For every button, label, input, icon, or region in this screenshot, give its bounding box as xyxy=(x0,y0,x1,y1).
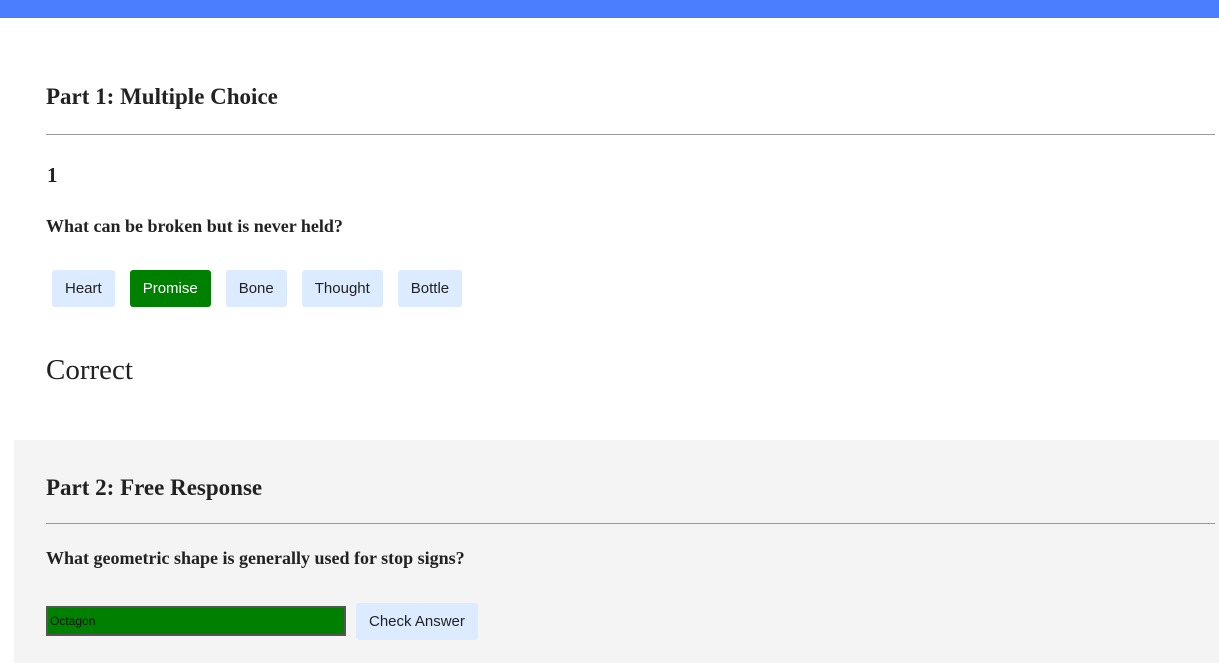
check-answer-button[interactable]: Check Answer xyxy=(356,603,478,640)
choice-button[interactable]: Promise xyxy=(129,270,211,307)
top-bar xyxy=(0,0,1219,18)
choice-button[interactable]: Heart xyxy=(52,270,115,307)
part1-title: Part 1: Multiple Choice xyxy=(46,84,278,109)
part1-question: What can be broken but is never held? xyxy=(46,216,343,236)
result-text: Correct xyxy=(46,354,133,386)
choice-button[interactable]: Bone xyxy=(225,270,287,307)
part2-free-response: Part 2: Free Response What geometric sha… xyxy=(14,440,1219,663)
answer-input[interactable] xyxy=(46,606,346,636)
part2-title: Part 2: Free Response xyxy=(46,475,263,500)
choice-button[interactable]: Thought xyxy=(301,270,383,307)
choice-button[interactable]: Bottle xyxy=(397,270,463,307)
part2-question: What geometric shape is generally used f… xyxy=(46,548,465,568)
choice-list: Heart Promise Bone Thought Bottle xyxy=(52,270,463,307)
part2-divider xyxy=(46,523,1215,524)
question-number: 1 xyxy=(47,163,58,187)
part1-divider xyxy=(46,134,1215,135)
